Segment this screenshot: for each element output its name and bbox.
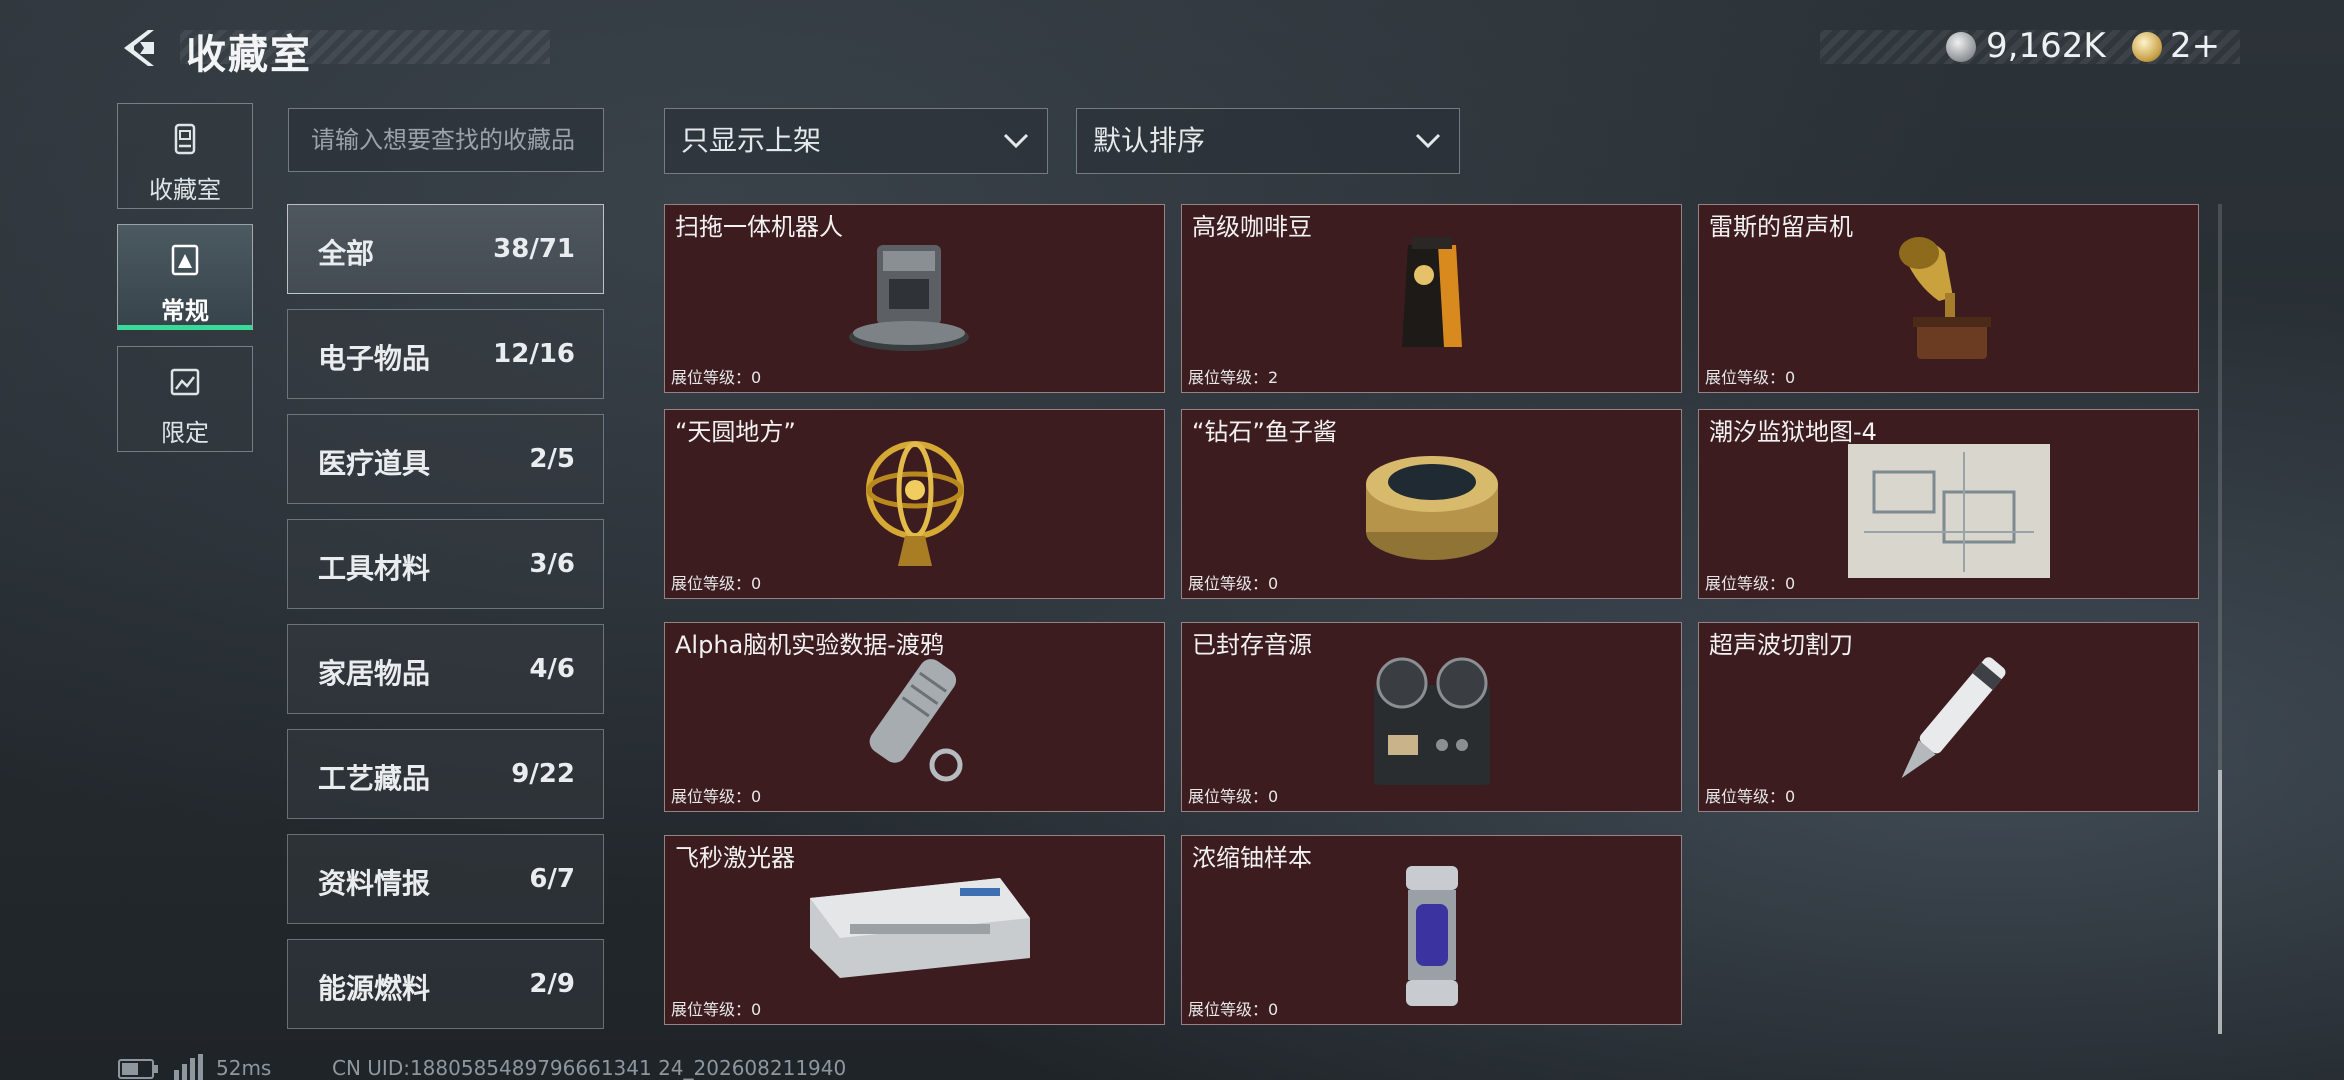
collection-icon [174, 123, 196, 155]
item-card-femtosecond-laser[interactable]: 飞秒激光器 展位等级：0 [664, 835, 1165, 1025]
display-level: 展位等级：0 [1188, 787, 1279, 806]
item-name: 雷斯的留声机 [1709, 213, 1853, 241]
item-card-gramophone[interactable]: 雷斯的留声机 展位等级：0 [1698, 204, 2199, 393]
category-count: 6/7 [529, 864, 575, 894]
item-name: 浓缩铀样本 [1192, 844, 1312, 872]
category-count: 38/71 [493, 234, 575, 264]
item-card-ultrasonic-cutter[interactable]: 超声波切割刀 展位等级：0 [1698, 622, 2199, 812]
item-name: “天圆地方” [675, 418, 796, 446]
chevron-down-icon [1003, 133, 1029, 149]
gold-currency-value: 2+ [2170, 26, 2221, 66]
category-electronics[interactable]: 电子物品 12/16 [287, 309, 604, 399]
display-level: 展位等级：0 [1705, 574, 1796, 593]
display-level: 展位等级：0 [671, 1000, 762, 1019]
item-card-sealed-audio[interactable]: 已封存音源 展位等级：0 [1181, 622, 1682, 812]
uranium-sample-icon [1405, 866, 1458, 1006]
category-all[interactable]: 全部 38/71 [287, 204, 604, 294]
side-tab-limited[interactable]: 限定 [117, 346, 253, 452]
regular-icon [171, 244, 199, 276]
side-tab-collection[interactable]: 收藏室 [117, 103, 253, 209]
caviar-tin-icon [1365, 456, 1498, 560]
category-intel[interactable]: 资料情报 6/7 [287, 834, 604, 924]
category-crafts[interactable]: 工艺藏品 9/22 [287, 729, 604, 819]
display-level: 展位等级：0 [1188, 574, 1279, 593]
armillary-sphere-icon [865, 441, 964, 566]
sort-dropdown[interactable]: 默认排序 [1076, 108, 1460, 174]
display-level: 展位等级：2 [1188, 368, 1279, 387]
search-input[interactable]: 请输入想要查找的收藏品 [288, 108, 604, 172]
back-arrow-icon[interactable] [118, 26, 162, 70]
category-count: 12/16 [493, 339, 575, 369]
scrollbar-thumb[interactable] [2218, 770, 2222, 1034]
category-name: 医疗道具 [318, 447, 431, 480]
category-energy[interactable]: 能源燃料 2/9 [287, 939, 604, 1029]
silver-coin-icon [1946, 32, 1976, 62]
category-name: 工艺藏品 [318, 762, 431, 795]
side-tab-label: 收藏室 [149, 176, 221, 204]
ultrasonic-cutter-icon [1901, 657, 2005, 779]
category-name: 家居物品 [318, 657, 431, 690]
item-name: 已封存音源 [1192, 631, 1312, 659]
item-name: 扫拖一体机器人 [675, 213, 843, 241]
display-level: 展位等级：0 [1188, 1000, 1279, 1019]
category-count: 9/22 [511, 759, 575, 789]
category-name: 电子物品 [318, 342, 431, 375]
display-level: 展位等级：0 [1705, 787, 1796, 806]
gold-coin-icon [2132, 32, 2162, 62]
category-count: 3/6 [529, 549, 575, 579]
category-name: 全部 [318, 237, 375, 270]
category-name: 工具材料 [318, 552, 431, 585]
robot-vacuum-icon [848, 245, 969, 351]
item-card-coffee-beans[interactable]: 高级咖啡豆 展位等级：2 [1181, 204, 1682, 393]
category-household[interactable]: 家居物品 4/6 [287, 624, 604, 714]
side-tab-label: 限定 [161, 419, 209, 447]
display-filter-dropdown[interactable]: 只显示上架 [664, 108, 1048, 174]
signal-icon [174, 1054, 203, 1080]
side-tab-regular[interactable]: 常规 [117, 224, 253, 330]
battery-icon [118, 1059, 158, 1079]
item-name: 超声波切割刀 [1709, 631, 1853, 659]
item-card-armillary[interactable]: “天圆地方” 展位等级：0 [664, 409, 1165, 599]
display-level: 展位等级：0 [1705, 368, 1796, 387]
item-card-caviar[interactable]: “钻石”鱼子酱 展位等级：0 [1181, 409, 1682, 599]
prison-map-icon [1847, 444, 2050, 578]
gramophone-icon [1898, 237, 1991, 359]
category-count: 4/6 [529, 654, 575, 684]
category-medical[interactable]: 医疗道具 2/5 [287, 414, 604, 504]
reel-recorder-icon [1373, 657, 1490, 785]
category-name: 资料情报 [318, 867, 431, 900]
item-card-prison-map[interactable]: 潮汐监狱地图-4 展位等级：0 [1698, 409, 2199, 599]
category-name: 能源燃料 [318, 972, 431, 1005]
coffee-bag-icon [1401, 237, 1462, 347]
page-title: 收藏室 [186, 32, 312, 78]
side-tab-label: 常规 [161, 297, 209, 325]
uid-text: CN UID:1880585489796661341 24_2026082119… [332, 1056, 847, 1080]
ping-value: 52ms [216, 1056, 272, 1080]
item-name: “钻石”鱼子酱 [1192, 418, 1337, 446]
item-name: 飞秒激光器 [675, 844, 795, 872]
display-filter-value: 只显示上架 [681, 124, 822, 157]
item-card-alpha-data[interactable]: Alpha脑机实验数据-渡鸦 展位等级：0 [664, 622, 1165, 812]
category-tools[interactable]: 工具材料 3/6 [287, 519, 604, 609]
item-card-robot-vacuum[interactable]: 扫拖一体机器人 展位等级：0 [664, 204, 1165, 393]
display-level: 展位等级：0 [671, 787, 762, 806]
sort-value: 默认排序 [1093, 124, 1206, 157]
data-drive-icon [869, 659, 962, 782]
item-name: 高级咖啡豆 [1192, 213, 1312, 241]
chevron-down-icon [1415, 133, 1441, 149]
category-count: 2/5 [529, 444, 575, 474]
silver-currency-value: 9,162K [1986, 26, 2106, 66]
display-level: 展位等级：0 [671, 368, 762, 387]
item-card-uranium-sample[interactable]: 浓缩铀样本 展位等级：0 [1181, 835, 1682, 1025]
display-level: 展位等级：0 [671, 574, 762, 593]
femtosecond-laser-icon [809, 878, 1030, 978]
limited-icon [170, 368, 200, 396]
category-count: 2/9 [529, 969, 575, 999]
